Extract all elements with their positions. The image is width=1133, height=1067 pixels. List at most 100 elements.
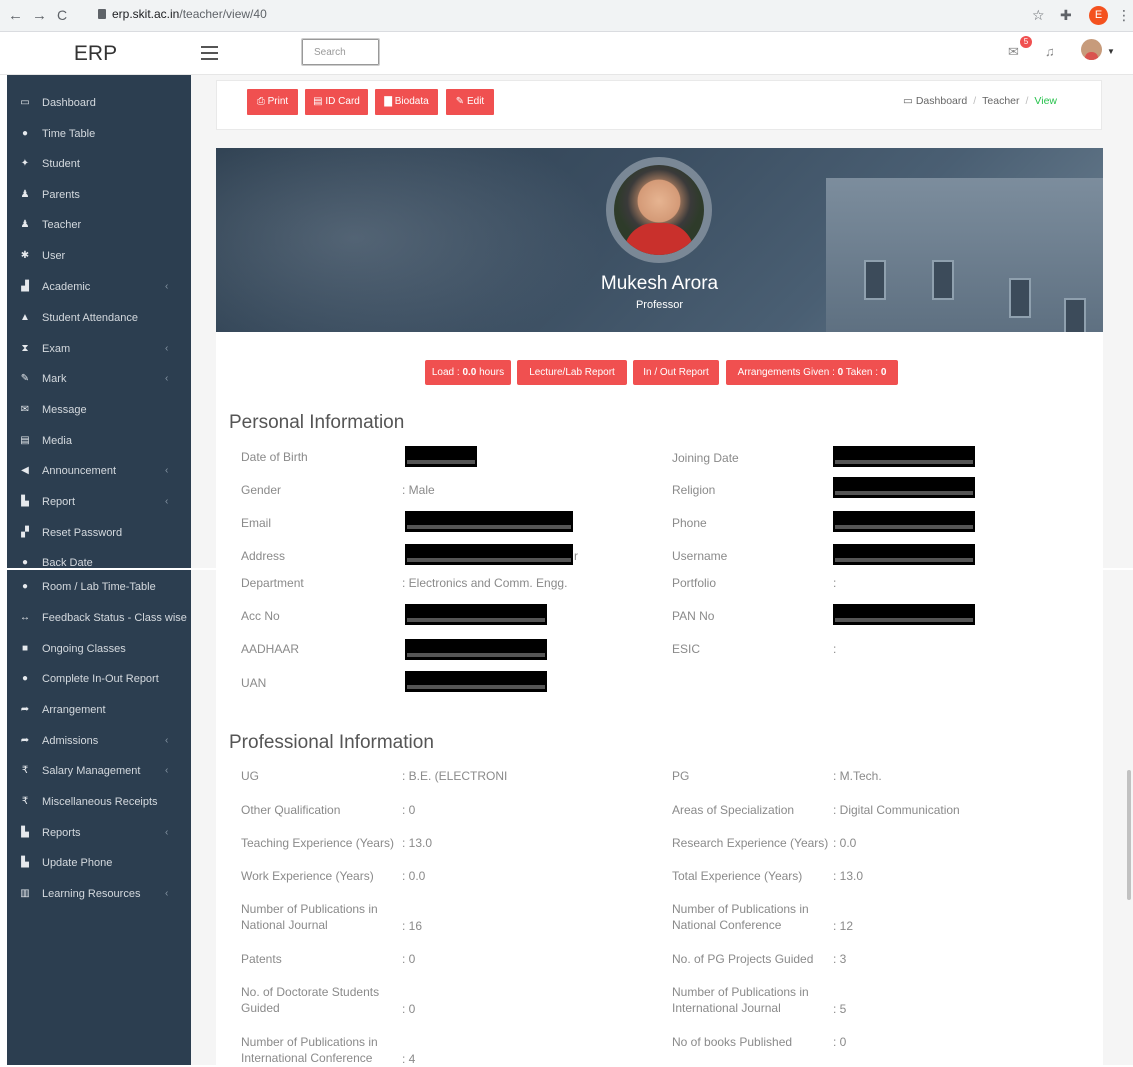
- edit-button[interactable]: ✎ Edit: [446, 89, 494, 115]
- arrangements-button[interactable]: Arrangements Given : 0 Taken : 0: [726, 360, 898, 385]
- breadcrumb-view: View: [1034, 95, 1057, 107]
- sidebar-item-dashboard[interactable]: ▭ Dashboard: [7, 91, 191, 115]
- sidebar-item-ongoing-classes[interactable]: ■ Ongoing Classes: [7, 637, 191, 661]
- portfolio-value: :: [833, 576, 837, 590]
- lecture-lab-report-button[interactable]: Lecture/Lab Report: [517, 360, 627, 385]
- address-label: Address: [241, 549, 286, 563]
- books-value: : 0: [833, 1035, 847, 1049]
- sidebar-item-complete-in-out-report[interactable]: ● Complete In-Out Report: [7, 667, 191, 691]
- sidebar-item-parents[interactable]: ♟ Parents: [7, 183, 191, 207]
- breadcrumb-teacher[interactable]: Teacher: [982, 95, 1019, 107]
- sidebar-item-user[interactable]: ✱ User: [7, 244, 191, 268]
- teaching-exp-label: Teaching Experience (Years): [241, 836, 394, 850]
- sidebar-item-update-phone[interactable]: ▙ Update Phone: [7, 851, 191, 875]
- sidebar-item-learning-resources[interactable]: ▥ Learning Resources ‹: [7, 882, 191, 906]
- user-avatar[interactable]: [1081, 39, 1102, 60]
- pg-label: PG: [672, 769, 690, 783]
- app-brand[interactable]: ERP: [0, 32, 191, 75]
- chevron-left-icon: ‹: [165, 373, 169, 384]
- sidebar-item-icon: ◀: [21, 465, 29, 476]
- sidebar-item-icon: ✎: [20, 373, 30, 384]
- profile-details-panel: [216, 332, 1103, 1065]
- chevron-left-icon: ‹: [165, 496, 169, 507]
- sidebar-item-message[interactable]: ✉ Message: [7, 398, 191, 422]
- gender-label: Gender: [241, 483, 282, 497]
- load-button[interactable]: Load : 0.0 hours: [425, 360, 511, 385]
- bell-icon[interactable]: ♫: [1045, 44, 1055, 59]
- research-exp-value: : 0.0: [833, 836, 857, 850]
- sidebar-item-icon: ▙: [21, 827, 29, 838]
- work-exp-value: : 0.0: [402, 869, 426, 883]
- caret-down-icon[interactable]: ▼: [1107, 47, 1115, 56]
- sidebar-item-room-lab-time-table[interactable]: ● Room / Lab Time-Table: [7, 575, 191, 599]
- bookmark-star-icon[interactable]: ☆: [1032, 7, 1045, 24]
- aadhaar-label: AADHAAR: [241, 642, 300, 656]
- sidebar-item-salary-management[interactable]: ₹ Salary Management ‹: [7, 759, 191, 783]
- sidebar-item-icon: ●: [21, 557, 29, 568]
- sidebar-item-student-attendance[interactable]: ▲ Student Attendance: [7, 306, 191, 330]
- sidebar-item-feedback-status-class-wise[interactable]: ↔ Feedback Status - Class wise: [7, 606, 191, 630]
- sidebar-item-label: Dashboard: [42, 97, 96, 109]
- sidebar-item-label: Time Table: [42, 128, 96, 140]
- chevron-left-icon: ‹: [165, 827, 169, 838]
- search-input[interactable]: Search: [301, 38, 380, 66]
- redacted-joining-date: [833, 446, 975, 467]
- mail-icon[interactable]: ✉: [1008, 44, 1019, 60]
- sidebar-item-label: Parents: [42, 189, 80, 201]
- sidebar-item-mark[interactable]: ✎ Mark ‹: [7, 367, 191, 391]
- sidebar-item-icon: ■: [21, 643, 29, 654]
- esic-value: :: [833, 642, 837, 656]
- breadcrumb-dashboard[interactable]: ▭ Dashboard: [903, 95, 967, 107]
- sidebar-item-back-date[interactable]: ● Back Date: [7, 551, 191, 575]
- sidebar-item-icon: ⧗: [21, 343, 29, 354]
- back-icon[interactable]: ←: [8, 7, 23, 24]
- personal-info-heading: Personal Information: [229, 412, 405, 433]
- sidebar-item-label: Update Phone: [42, 857, 113, 869]
- lock-icon: [98, 9, 106, 19]
- sidebar-item-reset-password[interactable]: ▞ Reset Password: [7, 521, 191, 545]
- sidebar-item-miscellaneous-receipts[interactable]: ₹ Miscellaneous Receipts: [7, 790, 191, 814]
- sidebar-item-icon: ▞: [21, 527, 29, 538]
- sidebar-item-icon: ↔: [20, 612, 30, 623]
- gender-value: : Male: [402, 483, 435, 497]
- browser-menu-icon[interactable]: ⋮: [1117, 7, 1131, 24]
- forward-icon[interactable]: →: [32, 7, 47, 24]
- id-card-button[interactable]: ▤ ID Card: [305, 89, 368, 115]
- browser-profile-avatar[interactable]: E: [1089, 6, 1108, 25]
- sidebar-item-icon: ●: [21, 581, 29, 592]
- hamburger-menu-icon[interactable]: [201, 46, 218, 60]
- books-label: No of books Published: [672, 1035, 793, 1049]
- research-exp-label: Research Experience (Years): [672, 836, 829, 850]
- sidebar-item-label: Admissions: [42, 735, 99, 747]
- sidebar-item-student[interactable]: ✦ Student: [7, 152, 191, 176]
- breadcrumb: ▭ Dashboard / Teacher / View: [903, 95, 1057, 107]
- sidebar-item-icon: ✦: [20, 158, 30, 169]
- sidebar-item-label: Arrangement: [42, 704, 106, 716]
- extensions-icon[interactable]: ✚: [1060, 7, 1072, 24]
- sidebar-item-label: Ongoing Classes: [42, 643, 126, 655]
- redacted-address: [405, 544, 573, 565]
- national-conference-label: Number of Publications in National Confer…: [672, 902, 809, 932]
- reload-icon[interactable]: C: [57, 7, 67, 23]
- address-bar[interactable]: erp.skit.ac.in/teacher/view/40: [112, 7, 267, 21]
- sidebar-item-academic[interactable]: ▟ Academic ‹: [7, 275, 191, 299]
- sidebar-item-media[interactable]: ▤ Media: [7, 429, 191, 453]
- sidebar-item-time-table[interactable]: ● Time Table: [7, 122, 191, 146]
- national-conference-value: : 12: [833, 919, 854, 933]
- in-out-report-button[interactable]: In / Out Report: [633, 360, 719, 385]
- biodata-button[interactable]: ▇ Biodata: [375, 89, 438, 115]
- sidebar-item-announcement[interactable]: ◀ Announcement ‹: [7, 459, 191, 483]
- sidebar-item-label: Mark: [42, 373, 67, 385]
- scrollbar[interactable]: [1127, 770, 1131, 900]
- sidebar-item-admissions[interactable]: ➦ Admissions ‹: [7, 729, 191, 753]
- print-button[interactable]: ⎙ Print: [247, 89, 298, 115]
- sidebar-item-teacher[interactable]: ♟ Teacher: [7, 213, 191, 237]
- sidebar-item-report[interactable]: ▙ Report ‹: [7, 490, 191, 514]
- sidebar-item-exam[interactable]: ⧗ Exam ‹: [7, 337, 191, 361]
- sidebar-item-arrangement[interactable]: ➦ Arrangement: [7, 698, 191, 722]
- sidebar-item-reports[interactable]: ▙ Reports ‹: [7, 821, 191, 845]
- sidebar-item-icon: ▙: [21, 496, 29, 507]
- profile-photo: [606, 157, 712, 263]
- sidebar-item-label: Reports: [42, 827, 81, 839]
- sidebar-item-icon: ●: [21, 673, 29, 684]
